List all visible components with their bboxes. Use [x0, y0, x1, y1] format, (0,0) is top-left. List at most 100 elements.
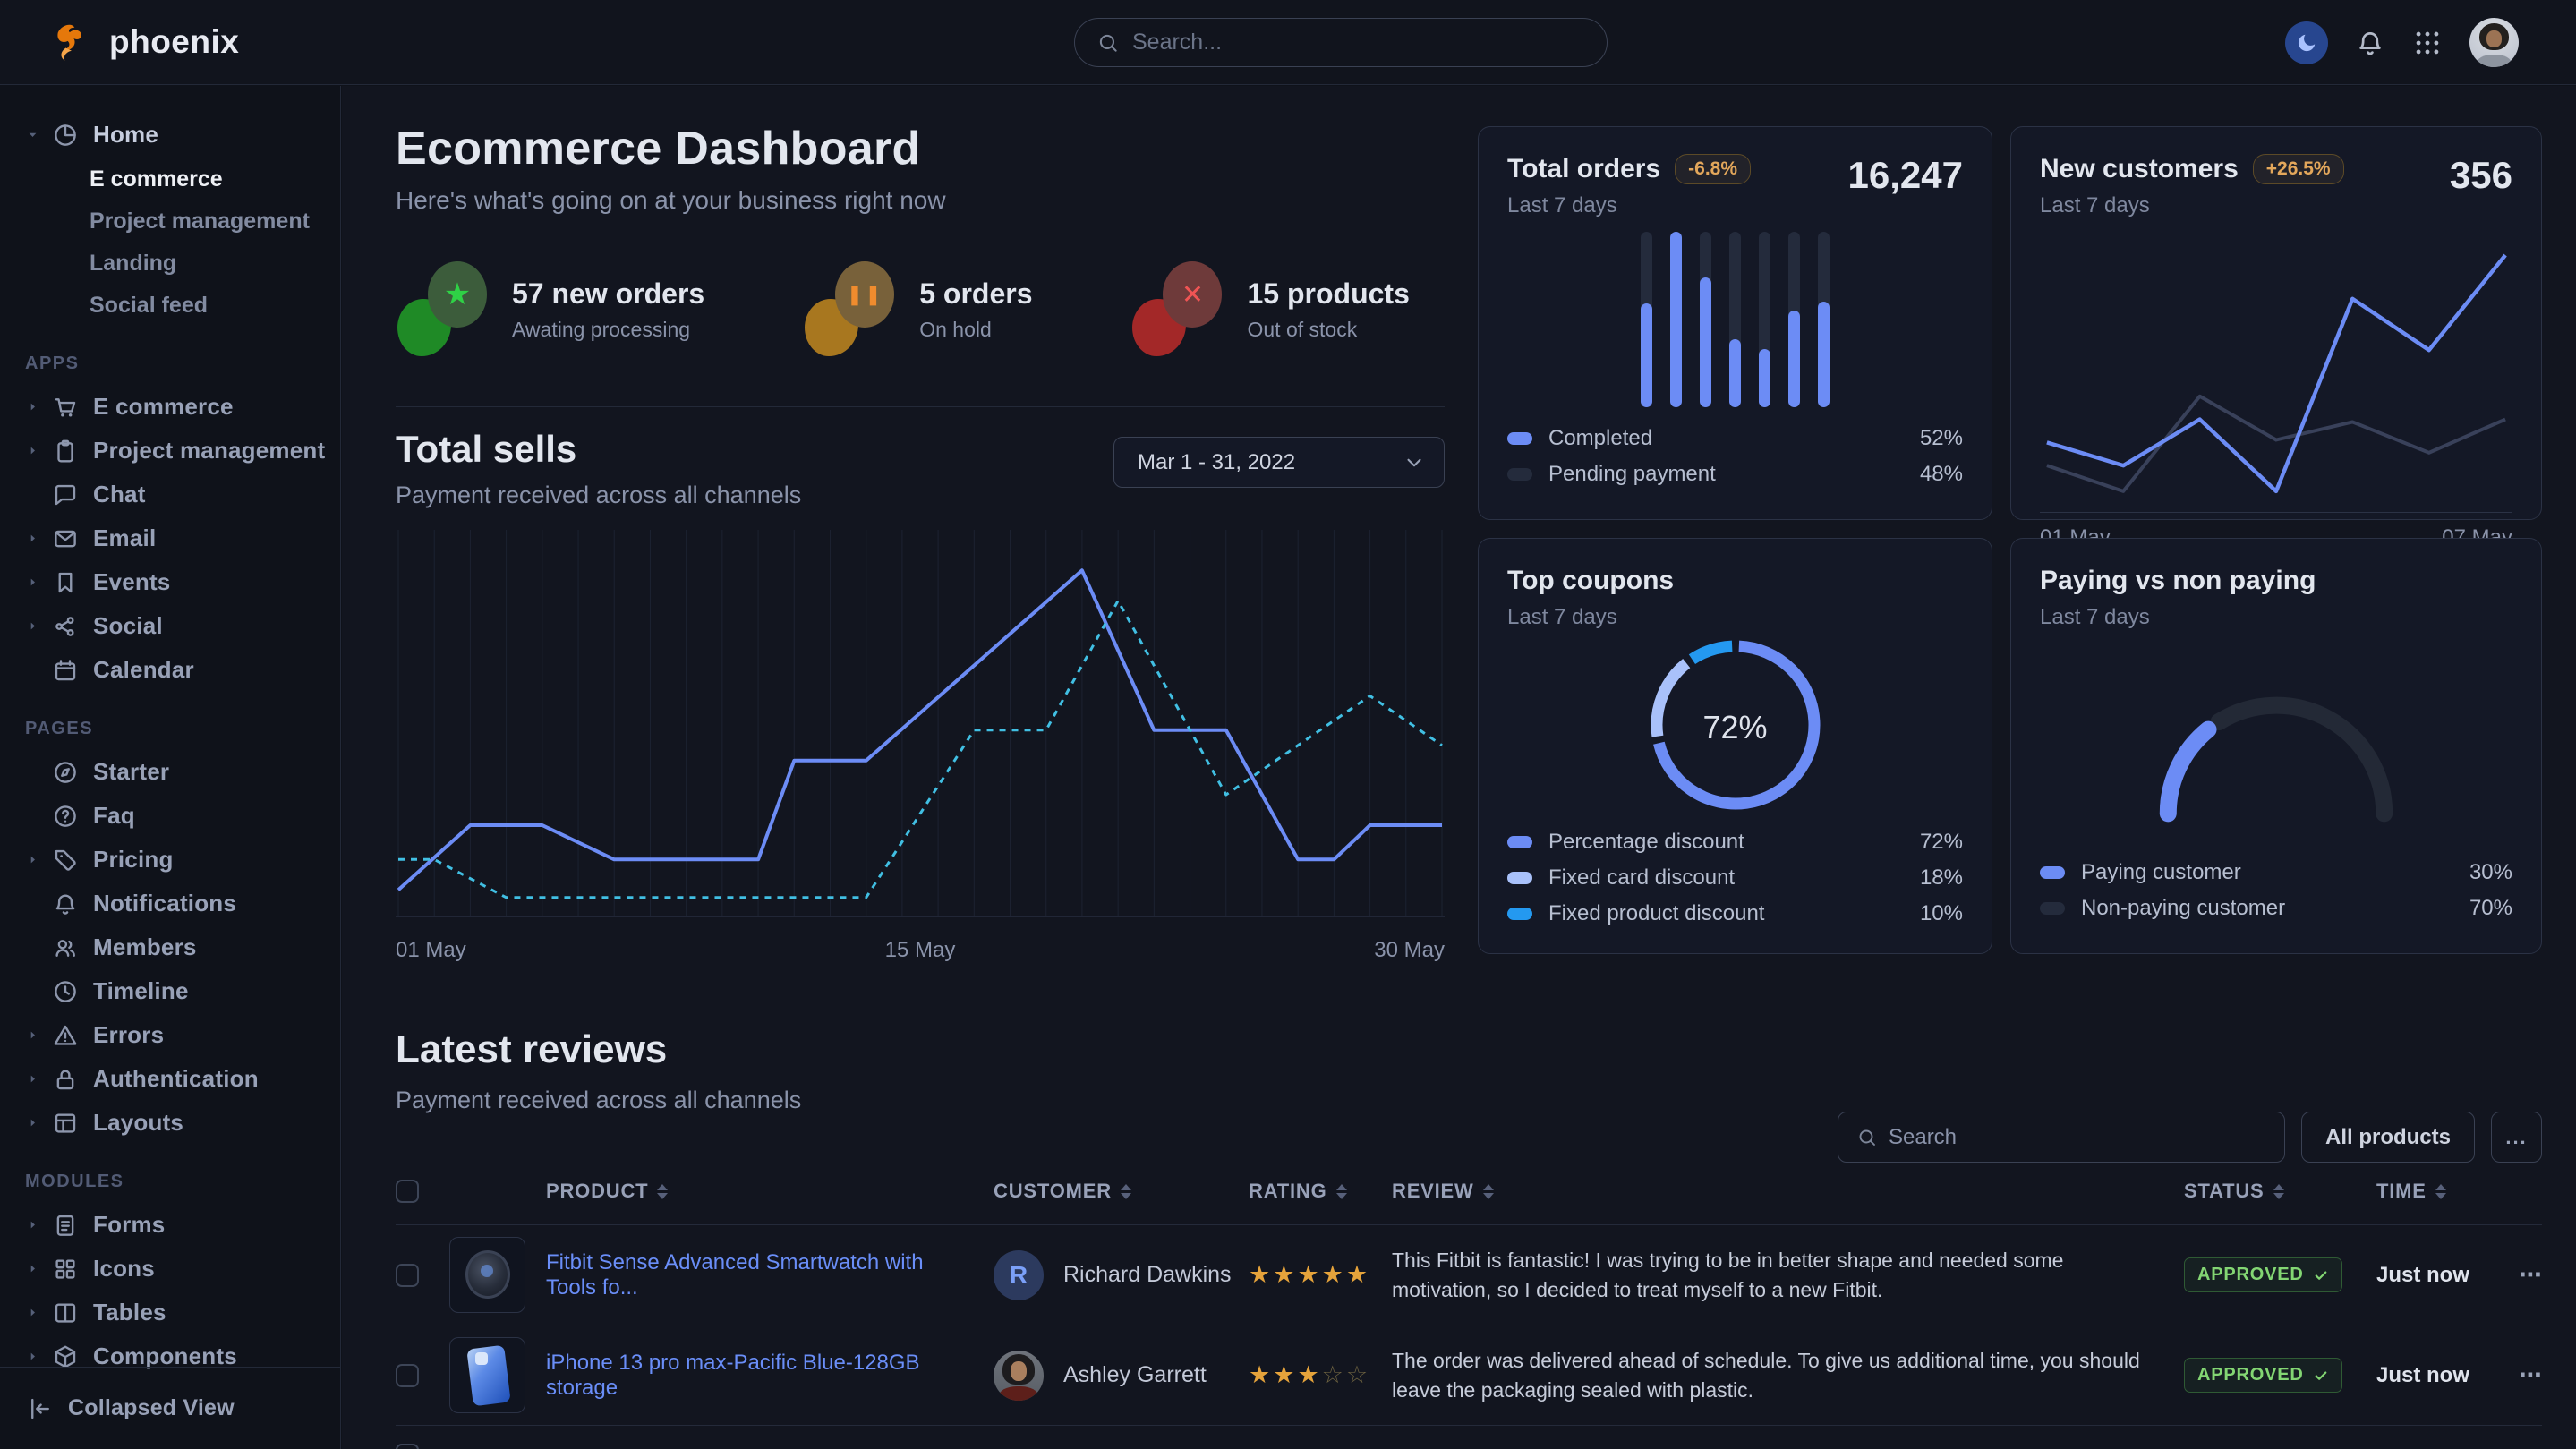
compass-icon: [52, 759, 79, 786]
notifications-bell-icon[interactable]: [2355, 28, 2385, 58]
sidebar-item-home[interactable]: Home: [0, 113, 340, 157]
card-period: Last 7 days: [1507, 193, 1848, 218]
column-header-review[interactable]: REVIEW: [1392, 1180, 2184, 1203]
stat-glyph-icon: ❚❚: [835, 261, 894, 328]
sidebar-section: PAGES Starter Faq Pricing Notifications …: [0, 719, 340, 1145]
column-header-status[interactable]: STATUS: [2184, 1180, 2376, 1203]
sidebar-item-starter[interactable]: Starter: [0, 750, 340, 794]
select-all-checkbox[interactable]: [396, 1180, 419, 1203]
row-checkbox[interactable]: [396, 1364, 419, 1387]
coupons-donut-area: 72%: [1507, 630, 1963, 824]
reviews-table-header: PRODUCT CUSTOMER RATING REVIEW STATUS TI…: [396, 1180, 2542, 1224]
clock-icon: [52, 978, 79, 1005]
sidebar-item-authentication[interactable]: Authentication: [0, 1057, 340, 1101]
row-checkbox[interactable]: [396, 1444, 419, 1449]
sidebar-item-chat[interactable]: Chat: [0, 473, 340, 516]
search-icon: [1096, 31, 1120, 55]
coupons-legend: Percentage discount 72% Fixed card disco…: [1507, 824, 1963, 932]
caret-right-icon: [25, 1027, 43, 1044]
legend-swatch: [2040, 902, 2065, 915]
column-header-product[interactable]: PRODUCT: [546, 1180, 994, 1203]
sidebar-item-errors[interactable]: Errors: [0, 1013, 340, 1057]
sidebar-item-members[interactable]: Members: [0, 925, 340, 969]
column-header-customer[interactable]: CUSTOMER: [994, 1180, 1249, 1203]
product-link[interactable]: iPhone 13 pro max-Pacific Blue-128GB sto…: [546, 1351, 994, 1401]
sidebar-item-events[interactable]: Events: [0, 560, 340, 604]
paying-gauge-chart: [2040, 630, 2512, 855]
global-search-input[interactable]: [1132, 30, 1607, 55]
legend-swatch: [1507, 432, 1532, 445]
date-range-select[interactable]: Mar 1 - 31, 2022: [1113, 437, 1445, 488]
sidebar-item-email[interactable]: Email: [0, 516, 340, 560]
paying-card: Paying vs non paying Last 7 days Paying …: [2010, 538, 2542, 954]
stat-title: 15 products: [1247, 277, 1409, 311]
user-avatar[interactable]: [2469, 18, 2519, 67]
customer-name: Richard Dawkins: [1063, 1262, 1232, 1288]
row-menu-button[interactable]: ⋯: [2502, 1261, 2542, 1289]
customer-name: Ashley Garrett: [1063, 1362, 1207, 1388]
sidebar-item-label: Chat: [93, 481, 146, 508]
review-text: The order was delivered ahead of schedul…: [1392, 1346, 2184, 1405]
apps-grid-icon[interactable]: [2412, 28, 2443, 58]
sidebar-item-timeline[interactable]: Timeline: [0, 969, 340, 1013]
caret-right-icon: [25, 398, 43, 416]
theme-toggle-button[interactable]: [2285, 21, 2328, 64]
sidebar-item-notifications[interactable]: Notifications: [0, 882, 340, 925]
sidebar-item-social[interactable]: Social: [0, 604, 340, 648]
card-title: Top coupons: [1507, 566, 1674, 596]
sidebar-item-pricing[interactable]: Pricing: [0, 838, 340, 882]
all-products-button[interactable]: All products: [2301, 1112, 2475, 1163]
legend-value: 18%: [1920, 865, 1963, 891]
sidebar-subitem[interactable]: E commerce: [0, 158, 340, 200]
sidebar-subitem[interactable]: Social feed: [0, 285, 340, 327]
total-orders-value: 16,247: [1848, 154, 1963, 197]
table-row: iPhone 13 pro max-Pacific Blue-128GB sto…: [396, 1325, 2542, 1425]
sidebar-item-label: Home: [93, 121, 158, 149]
table-columns-icon: [52, 1300, 79, 1326]
sidebar-item-faq[interactable]: Faq: [0, 794, 340, 838]
sidebar-item-project-management[interactable]: Project management: [0, 429, 340, 473]
sidebar-item-forms[interactable]: Forms: [0, 1203, 340, 1247]
stat-icon: ❚❚: [805, 261, 898, 358]
sidebar-subitem[interactable]: Landing: [0, 243, 340, 285]
sidebar-sections: APPS E commerce Project management Chat …: [0, 354, 340, 1378]
sidebar-item-label: Notifications: [93, 890, 236, 917]
row-menu-button[interactable]: ⋯: [2502, 1361, 2542, 1389]
sidebar-collapse-toggle[interactable]: Collapsed View: [0, 1367, 340, 1449]
new-customers-card: New customers +26.5% Last 7 days 356 01 …: [2010, 126, 2542, 520]
legend-label: Completed: [1548, 426, 1920, 451]
stats-row: ★ 57 new orders Awating processing ❚❚ 5 …: [397, 261, 1410, 358]
reviews-title: Latest reviews: [396, 1027, 667, 1072]
paying-legend: Paying customer 30% Non-paying customer …: [2040, 855, 2512, 926]
caret-right-icon: [25, 1070, 43, 1088]
sidebar-item-label: Starter: [93, 758, 169, 786]
row-checkbox[interactable]: [396, 1264, 419, 1287]
caret-right-icon: [25, 486, 43, 504]
legend-label: Paying customer: [2081, 860, 2469, 885]
sidebar-subitem[interactable]: Project management: [0, 200, 340, 243]
caret-right-icon: [25, 763, 43, 781]
bar: [1700, 232, 1711, 407]
caret-right-icon: [25, 661, 43, 679]
sidebar-item-tables[interactable]: Tables: [0, 1291, 340, 1334]
sidebar-item-icons[interactable]: Icons: [0, 1247, 340, 1291]
legend-item: Completed 52%: [1507, 421, 1963, 456]
sort-icon: [1121, 1184, 1131, 1199]
page-subtitle: Here's what's going on at your business …: [396, 186, 946, 215]
legend-item: Percentage discount 72%: [1507, 824, 1963, 860]
card-title: Total orders: [1507, 154, 1660, 184]
sidebar-item-layouts[interactable]: Layouts: [0, 1101, 340, 1145]
reviews-search-input[interactable]: [1889, 1125, 2284, 1150]
sidebar-item-calendar[interactable]: Calendar: [0, 648, 340, 692]
bar: [1641, 232, 1652, 407]
column-header-time[interactable]: TIME: [2376, 1180, 2502, 1203]
legend-swatch: [1507, 908, 1532, 920]
column-header-rating[interactable]: RATING: [1249, 1180, 1392, 1203]
reviews-more-button[interactable]: ...: [2491, 1112, 2542, 1163]
orders-legend: Completed 52% Pending payment 48%: [1507, 421, 1963, 492]
legend-value: 48%: [1920, 462, 1963, 487]
sidebar-item-e-commerce[interactable]: E commerce: [0, 385, 340, 429]
lock-icon: [52, 1066, 79, 1093]
product-link[interactable]: Fitbit Sense Advanced Smartwatch with To…: [546, 1250, 994, 1300]
brand-logo[interactable]: phoenix: [48, 19, 239, 65]
